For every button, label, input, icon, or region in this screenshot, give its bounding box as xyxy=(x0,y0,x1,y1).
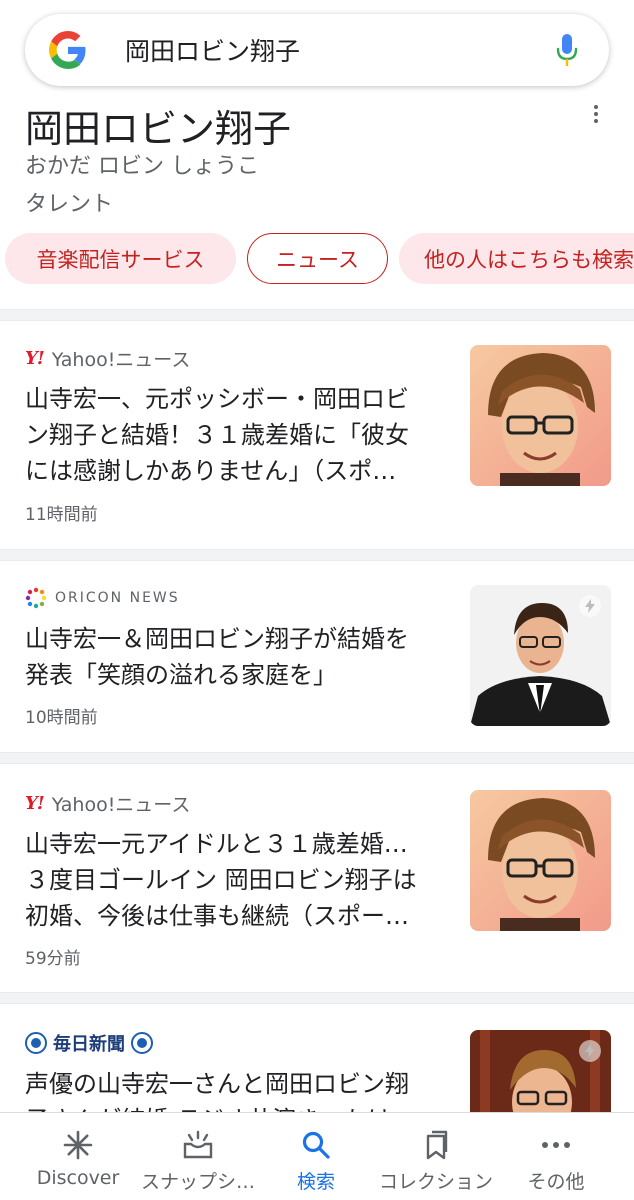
asterisk-icon xyxy=(62,1129,94,1161)
divider xyxy=(0,309,634,321)
bottom-navigation: Discover スナップシ… 検索 コレクション その他 xyxy=(0,1112,634,1200)
news-time: 10時間前 xyxy=(25,708,98,728)
divider xyxy=(0,549,634,561)
snapshot-icon xyxy=(182,1129,214,1161)
news-thumbnail[interactable] xyxy=(470,790,611,931)
news-card[interactable]: ORICON NEWS 山寺宏一＆岡田ロビン翔子が結婚を 発表「笑顔の溢れる家庭… xyxy=(0,561,634,752)
chip-music-service[interactable]: 音楽配信サービス xyxy=(5,233,236,284)
news-thumbnail[interactable] xyxy=(470,1030,611,1112)
amp-lightning-icon xyxy=(579,1040,601,1062)
entity-reading: おかだ ロビン しょうこ xyxy=(25,154,259,179)
more-horiz-icon xyxy=(540,1129,572,1161)
search-icon xyxy=(300,1129,332,1161)
nav-more[interactable]: その他 xyxy=(512,1113,600,1200)
news-headline[interactable]: 声優の山寺宏一さんと岡田ロビン翔 子さんが結婚 ラジオ共演きっかけ xyxy=(25,1066,445,1112)
news-headline[interactable]: 山寺宏一元アイドルと３１歳差婚… ３度目ゴールイン 岡田ロビン翔子は 初婚、今後… xyxy=(25,826,445,934)
news-source: Y! Yahoo!ニュース xyxy=(25,790,190,817)
nav-label: Discover xyxy=(36,1167,120,1189)
nav-search[interactable]: 検索 xyxy=(270,1113,362,1200)
chip-row: 音楽配信サービス ニュース 他の人はこちらも検索 xyxy=(5,233,634,285)
source-name: Yahoo!ニュース xyxy=(51,349,191,371)
google-g-logo-icon xyxy=(49,31,86,69)
nav-discover[interactable]: Discover xyxy=(22,1113,134,1200)
nav-label: その他 xyxy=(527,1171,585,1193)
collections-icon xyxy=(420,1129,452,1161)
nav-collections[interactable]: コレクション xyxy=(374,1113,498,1200)
news-headline[interactable]: 山寺宏一＆岡田ロビン翔子が結婚を 発表「笑顔の溢れる家庭を」 xyxy=(25,621,445,693)
divider xyxy=(0,752,634,764)
amp-lightning-icon xyxy=(579,595,601,617)
news-thumbnail[interactable] xyxy=(470,585,611,726)
nav-label: 検索 xyxy=(296,1171,335,1193)
divider xyxy=(0,992,634,1004)
entity-header: 岡田ロビン翔子 おかだ ロビン しょうこ タレント 音楽配信サービス ニュース … xyxy=(0,96,634,308)
nav-snapshot[interactable]: スナップシ… xyxy=(140,1113,256,1200)
more-vert-icon[interactable] xyxy=(586,102,606,126)
yahoo-logo-icon: Y! xyxy=(25,793,45,814)
source-name: ORICON NEWS xyxy=(55,590,180,606)
mainichi-logo-icon xyxy=(25,1032,47,1054)
microphone-icon[interactable] xyxy=(555,32,579,70)
news-source: ORICON NEWS xyxy=(25,587,180,609)
news-card[interactable]: 毎日新聞 声優の山寺宏一さんと岡田ロビン翔 子さんが結婚 ラジオ共演きっかけ xyxy=(0,1004,634,1112)
nav-label: スナップシ… xyxy=(140,1171,255,1193)
search-query[interactable]: 岡田ロビン翔子 xyxy=(125,32,300,68)
oricon-logo-icon xyxy=(25,587,47,609)
source-name: Yahoo!ニュース xyxy=(51,794,191,816)
chip-news[interactable]: ニュース xyxy=(247,233,388,284)
entity-type: タレント xyxy=(25,192,114,217)
news-card[interactable]: Y! Yahoo!ニュース 山寺宏一、元ポッシボー・岡田ロビ ン翔子と結婚！３１… xyxy=(0,321,634,549)
nav-label: コレクション xyxy=(378,1171,493,1193)
news-thumbnail[interactable] xyxy=(470,345,611,486)
chip-people-also-search[interactable]: 他の人はこちらも検索 xyxy=(399,233,634,284)
news-source: 毎日新聞 xyxy=(25,1030,153,1056)
mainichi-logo-icon xyxy=(131,1032,153,1054)
news-headline[interactable]: 山寺宏一、元ポッシボー・岡田ロビ ン翔子と結婚！３１歳差婚に「彼女 には感謝しか… xyxy=(25,381,445,489)
search-bar[interactable]: 岡田ロビン翔子 xyxy=(25,14,609,86)
news-source: Y! Yahoo!ニュース xyxy=(25,345,190,372)
news-card[interactable]: Y! Yahoo!ニュース 山寺宏一元アイドルと３１歳差婚… ３度目ゴールイン … xyxy=(0,764,634,992)
source-name: 毎日新聞 xyxy=(53,1034,125,1055)
news-time: 11時間前 xyxy=(25,505,98,525)
yahoo-logo-icon: Y! xyxy=(25,348,45,369)
entity-title: 岡田ロビン翔子 xyxy=(25,107,292,151)
news-time: 59分前 xyxy=(25,949,81,969)
